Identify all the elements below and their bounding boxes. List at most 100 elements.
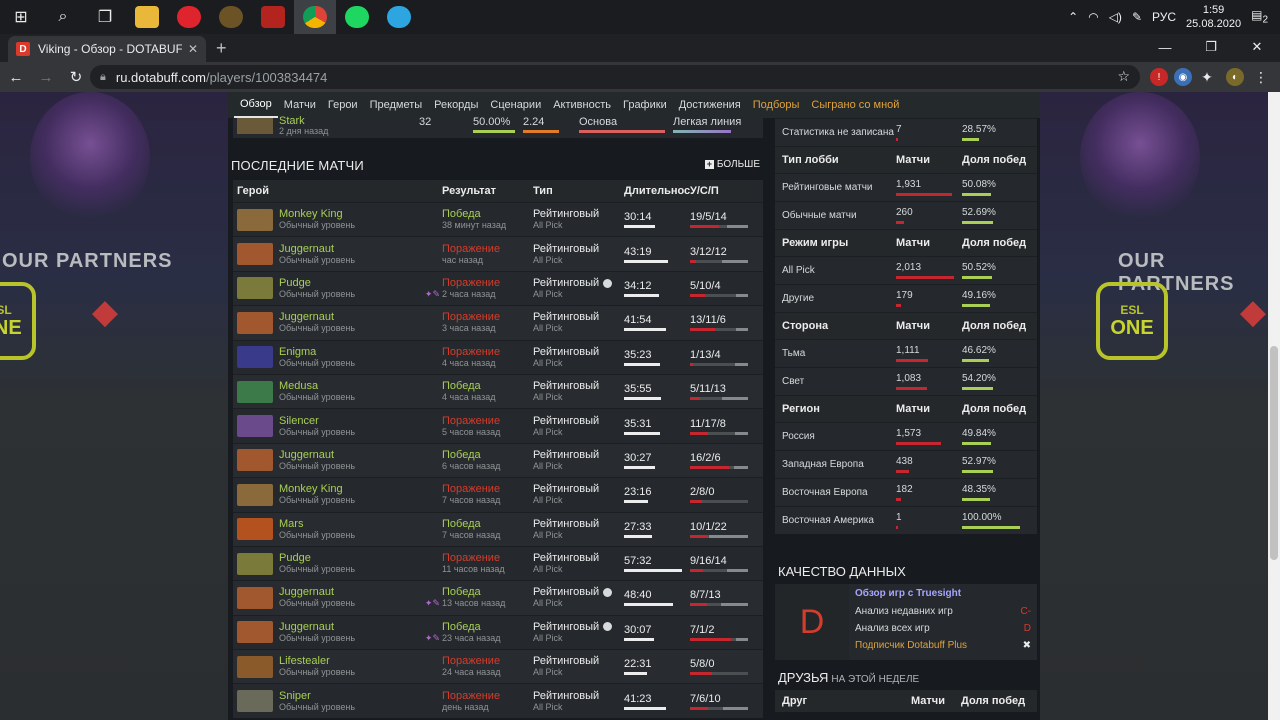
forward-icon[interactable]: → bbox=[32, 63, 60, 91]
match-result[interactable]: Поражение bbox=[442, 346, 533, 358]
most-played-hero-row[interactable]: Stark 2 дня назад 32 50.00% 2.24 Основа … bbox=[233, 115, 763, 138]
table-row[interactable]: Juggernaut Обычный уровень Победа 6 часов н… bbox=[233, 442, 763, 478]
profile-avatar[interactable]: ◐ bbox=[1226, 68, 1244, 86]
hero-name[interactable]: Juggernaut bbox=[279, 586, 355, 598]
match-result[interactable]: Победа bbox=[442, 208, 533, 220]
header-matches[interactable]: Матчи bbox=[896, 237, 962, 249]
hero-portrait[interactable] bbox=[237, 380, 273, 403]
match-result[interactable]: Победа bbox=[442, 380, 533, 392]
back-icon[interactable]: ← bbox=[2, 63, 30, 91]
header-result[interactable]: Результат bbox=[442, 185, 533, 197]
file-explorer-icon[interactable] bbox=[126, 0, 168, 34]
right-ad-banner[interactable]: OUR PARTNERS ESL ONE ◆ bbox=[1040, 92, 1268, 720]
chevron-up-icon[interactable]: ⌃ bbox=[1068, 10, 1078, 24]
world-of-warcraft-icon[interactable] bbox=[210, 0, 252, 34]
table-row[interactable]: Enigma Обычный уровень Поражение 4 часа наз… bbox=[233, 339, 763, 374]
pen-icon[interactable]: ✎ bbox=[1132, 10, 1142, 24]
notifications-icon[interactable]: ▤2 bbox=[1251, 8, 1268, 25]
stats-row[interactable]: Тьма 1,111 46.62% bbox=[775, 339, 1037, 367]
table-row[interactable]: Juggernaut Обычный уровень ✦✎ Победа 13 часо… bbox=[233, 580, 763, 615]
table-row[interactable]: Juggernaut Обычный уровень ✦✎ Победа 23 часа… bbox=[233, 614, 763, 650]
nav-item-8[interactable]: Достижения bbox=[673, 92, 747, 118]
hero-name[interactable]: Monkey King bbox=[279, 483, 355, 495]
hero-portrait[interactable] bbox=[237, 690, 273, 713]
hero-portrait[interactable] bbox=[237, 449, 273, 472]
table-row[interactable]: Juggernaut Обычный уровень Поражение час на… bbox=[233, 236, 763, 271]
stats-row[interactable]: Статистика не записана 7 28.57% bbox=[775, 118, 1037, 146]
header-winrate[interactable]: Доля побед bbox=[961, 695, 1037, 707]
hero-portrait[interactable] bbox=[237, 621, 273, 644]
search-icon[interactable]: ⌕ bbox=[42, 0, 84, 34]
stats-row[interactable]: Обычные матчи 260 52.69% bbox=[775, 201, 1037, 229]
table-row[interactable]: Pudge Обычный уровень Поражение 11 часов на… bbox=[233, 545, 763, 581]
table-row[interactable]: Juggernaut Обычный уровень Поражение 3 часа… bbox=[233, 305, 763, 340]
browser-tab[interactable]: D Viking - Обзор - DOTABUFF - Do ✕ bbox=[8, 36, 206, 62]
header-winrate[interactable]: Доля побед bbox=[962, 320, 1037, 332]
maximize-icon[interactable]: ❐ bbox=[1188, 34, 1234, 60]
browser-menu-icon[interactable]: ⋮ bbox=[1252, 68, 1270, 86]
address-bar[interactable]: 🔒︎ ru.dotabuff.com/players/1003834474 ☆ bbox=[90, 65, 1140, 89]
header-kda[interactable]: У/С/П bbox=[690, 185, 760, 197]
hero-name[interactable]: Juggernaut bbox=[279, 449, 355, 461]
hero-name[interactable]: Sniper bbox=[279, 690, 355, 702]
header-matches[interactable]: Матчи bbox=[896, 154, 962, 166]
page-scrollbar[interactable] bbox=[1268, 92, 1280, 720]
hero-portrait[interactable] bbox=[237, 243, 273, 266]
volume-icon[interactable]: ◁) bbox=[1109, 10, 1122, 24]
spotify-icon[interactable] bbox=[336, 0, 378, 34]
hero-portrait[interactable] bbox=[237, 311, 273, 334]
hero-name[interactable]: Enigma bbox=[279, 346, 355, 358]
nav-item-5[interactable]: Сценарии bbox=[484, 92, 547, 118]
chrome-icon[interactable] bbox=[294, 0, 336, 34]
hero-name[interactable]: Silencer bbox=[279, 415, 355, 427]
table-row[interactable]: Sniper Обычный уровень Поражение день назад… bbox=[233, 683, 763, 718]
match-result[interactable]: Поражение bbox=[442, 415, 533, 427]
nav-item-7[interactable]: Графики bbox=[617, 92, 673, 118]
table-row[interactable]: Silencer Обычный уровень Поражение 5 часов … bbox=[233, 408, 763, 443]
header-winrate[interactable]: Доля побед bbox=[962, 403, 1037, 415]
hero-portrait[interactable] bbox=[237, 415, 273, 438]
extension-adblock-icon[interactable]: ! bbox=[1150, 68, 1168, 86]
header-friend[interactable]: Друг bbox=[775, 695, 911, 707]
hero-portrait[interactable] bbox=[237, 277, 273, 300]
header-matches[interactable]: Матчи bbox=[911, 695, 961, 707]
hero-portrait[interactable] bbox=[237, 552, 273, 575]
hero-portrait[interactable] bbox=[237, 208, 273, 231]
lock-icon[interactable]: 🔒︎ bbox=[100, 71, 106, 84]
plus-subscriber-row[interactable]: Подписчик Dotabuff Plus ✖ bbox=[855, 640, 1031, 651]
hero-portrait[interactable] bbox=[237, 518, 273, 541]
language-indicator[interactable]: РУС bbox=[1152, 10, 1176, 24]
header-matches[interactable]: Матчи bbox=[896, 320, 962, 332]
nav-item-10[interactable]: Сыграно со мной bbox=[805, 92, 905, 118]
table-row[interactable]: Medusa Обычный уровень Победа 4 часа назад Р… bbox=[233, 373, 763, 409]
table-row[interactable]: Mars Обычный уровень Победа 7 часов назад Ре… bbox=[233, 511, 763, 546]
extensions-puzzle-icon[interactable]: ✦ bbox=[1198, 68, 1216, 86]
stats-row[interactable]: Западная Европа 438 52.97% bbox=[775, 450, 1037, 478]
match-result[interactable]: Поражение bbox=[442, 277, 533, 289]
dota2-icon[interactable] bbox=[252, 0, 294, 34]
header-hero[interactable]: Герой bbox=[233, 185, 442, 197]
scrollbar-thumb[interactable] bbox=[1270, 346, 1278, 560]
hero-portrait[interactable] bbox=[237, 346, 273, 369]
nav-item-0[interactable]: Обзор bbox=[234, 92, 278, 118]
extension-globe-icon[interactable]: ◉ bbox=[1174, 68, 1192, 86]
wifi-icon[interactable]: ◠ bbox=[1088, 10, 1098, 24]
stats-row[interactable]: All Pick 2,013 50.52% bbox=[775, 256, 1037, 284]
header-winrate[interactable]: Доля побед bbox=[962, 237, 1037, 249]
stats-row[interactable]: Рейтинговые матчи 1,931 50.08% bbox=[775, 173, 1037, 201]
left-ad-banner[interactable]: OUR PARTNERS ESLONE ◆ bbox=[0, 92, 228, 720]
hero-portrait[interactable] bbox=[237, 655, 273, 678]
more-matches-link[interactable]: БОЛЬШЕ bbox=[705, 159, 760, 170]
reload-icon[interactable]: ↻ bbox=[62, 63, 90, 91]
close-tab-icon[interactable]: ✕ bbox=[188, 42, 198, 56]
hero-portrait[interactable] bbox=[237, 483, 273, 506]
windows-start-icon[interactable]: ⊞ bbox=[0, 0, 42, 34]
header-winrate[interactable]: Доля побед bbox=[962, 154, 1037, 166]
header-matches[interactable]: Матчи bbox=[896, 403, 962, 415]
match-result[interactable]: Поражение bbox=[442, 655, 533, 667]
hero-name[interactable]: Monkey King bbox=[279, 208, 355, 220]
minimize-icon[interactable]: — bbox=[1142, 34, 1188, 60]
hero-name[interactable]: Juggernaut bbox=[279, 243, 355, 255]
header-type[interactable]: Тип bbox=[533, 185, 624, 197]
stats-row[interactable]: Восточная Америка 1 100.00% bbox=[775, 506, 1037, 534]
